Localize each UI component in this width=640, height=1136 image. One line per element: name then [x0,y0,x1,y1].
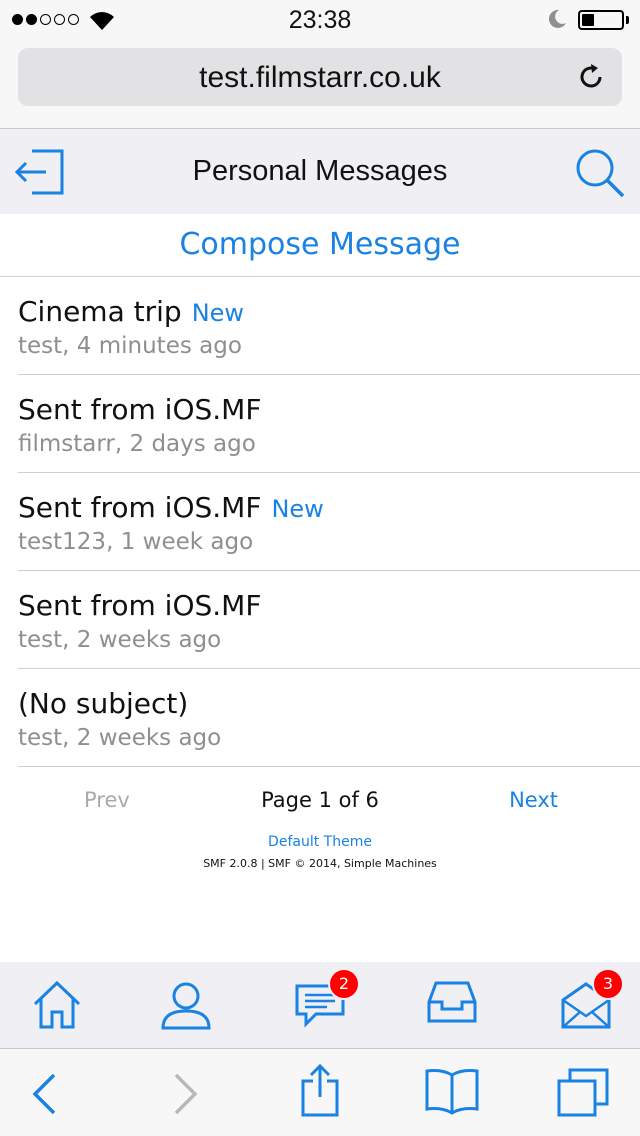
pagination: Page 1 of 6 Prev Next [0,788,640,822]
message-list: Cinema trip New test, 4 minutes ago Sent … [18,277,640,767]
moon-icon [548,9,566,28]
url-field[interactable]: test.filmstarr.co.uk [18,48,622,106]
home-icon[interactable] [32,980,82,1030]
message-row[interactable]: Sent from iOS.MF test, 2 weeks ago [18,571,640,669]
page-title: Personal Messages [192,155,448,187]
battery-icon [578,10,624,30]
theme-link[interactable]: Default Theme [0,834,640,850]
message-subject-text[interactable]: (No subject) [18,687,188,720]
messages-badge: 2 [328,968,360,1000]
message-meta: test, 2 weeks ago [18,627,222,653]
status-time: 23:38 [288,6,352,34]
address-bar: test.filmstarr.co.uk [0,40,640,129]
new-badge: New [191,299,245,327]
forum-tab-bar: 2 3 [0,962,640,1049]
message-subject-text[interactable]: Sent from iOS.MF [18,393,261,426]
forward-icon[interactable] [172,1073,200,1115]
message-subject[interactable]: Cinema trip New [18,295,244,328]
message-row[interactable]: Sent from iOS.MF filmstarr, 2 days ago [18,375,640,473]
url-text[interactable]: test.filmstarr.co.uk [18,61,622,95]
message-row[interactable]: (No subject) test, 2 weeks ago [18,669,640,767]
reload-icon[interactable] [576,62,606,92]
message-subject-text[interactable]: Sent from iOS.MF [18,491,261,524]
mail-badge: 3 [592,968,624,1000]
message-meta: test, 2 weeks ago [18,725,222,751]
message-subject-text[interactable]: Cinema trip [18,295,182,328]
copyright-text: SMF 2.0.8 | SMF © 2014, Simple Machines [203,857,437,870]
message-subject-text[interactable]: Sent from iOS.MF [18,589,261,622]
status-bar: 23:38 [0,0,640,40]
message-subject[interactable]: (No subject) [18,687,198,720]
next-page-link[interactable]: Next [509,788,558,812]
browser-toolbar [0,1049,640,1136]
search-icon[interactable] [574,147,626,199]
back-icon[interactable] [30,1073,58,1115]
new-badge: New [271,495,324,523]
message-row[interactable]: Cinema trip New test, 4 minutes ago [18,277,640,375]
prev-page-link: Prev [84,788,130,812]
inbox-icon[interactable] [426,980,478,1024]
message-meta: test, 4 minutes ago [18,333,242,359]
forum-header: Personal Messages [0,129,640,214]
message-meta: test123, 1 week ago [18,529,254,555]
message-subject[interactable]: Sent from iOS.MF New [18,491,324,524]
message-subject[interactable]: Sent from iOS.MF [18,589,271,622]
message-subject[interactable]: Sent from iOS.MF [18,393,271,426]
profile-icon[interactable] [160,980,212,1030]
share-icon[interactable] [300,1063,340,1117]
message-row[interactable]: Sent from iOS.MF New test123, 1 week ago [18,473,640,571]
message-meta: filmstarr, 2 days ago [18,431,256,457]
compose-message-link[interactable]: Compose Message [0,214,640,277]
battery-tip [626,16,629,24]
tabs-icon[interactable] [556,1067,610,1117]
bookmarks-icon[interactable] [424,1067,480,1115]
